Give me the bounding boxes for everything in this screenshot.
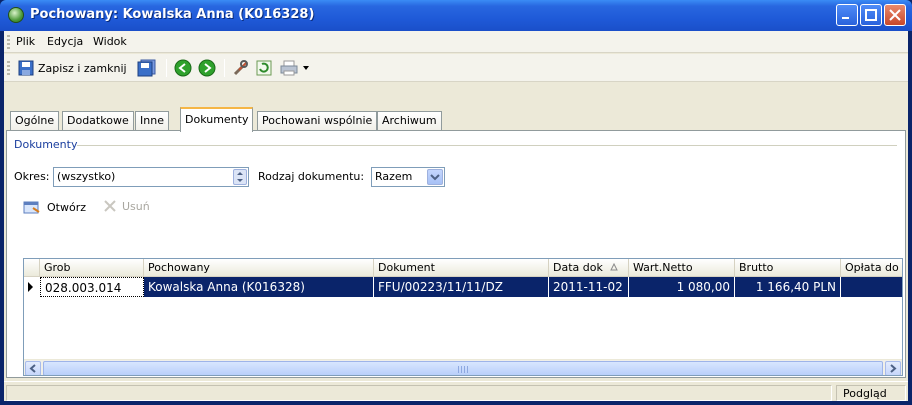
save-close-label: Zapisz i zamknij [38,61,127,75]
cell-pochowany[interactable]: Kowalska Anna (K016328) [144,277,374,297]
toolbar-separator [224,59,225,77]
forward-icon [198,59,216,77]
open-document-icon [23,201,40,214]
table-row[interactable]: 028.003.014 Kowalska Anna (K016328) FFU/… [24,277,902,297]
refresh-button[interactable] [256,58,272,78]
grid-header: Grob Pochowany Dokument Data dok Wart.Ne… [24,259,902,277]
maximize-button[interactable] [860,4,882,26]
column-header-data[interactable]: Data dok [549,259,629,277]
documents-grid[interactable]: Grob Pochowany Dokument Data dok Wart.Ne… [23,258,903,376]
application-window: Pochowany: Kowalska Anna (K016328) Plik … [0,0,912,405]
status-panel [6,385,832,401]
title-bar[interactable]: Pochowany: Kowalska Anna (K016328) [0,0,912,31]
close-icon [889,9,901,21]
dropdown-button[interactable] [427,169,443,185]
spinner-arrows-icon [237,172,243,182]
tab-dodatkowe[interactable]: Dodatkowe [62,111,134,131]
print-button[interactable] [280,58,298,78]
tools-icon [233,60,248,76]
minimize-button[interactable] [836,4,858,26]
chevron-left-icon [29,364,36,373]
open-label: Otwórz [47,200,86,214]
save-icon [18,60,34,76]
tab-ogolne[interactable]: Ogólne [10,111,60,131]
app-icon [8,7,24,23]
refresh-icon [256,60,272,76]
column-header-brutto[interactable]: Brutto [735,259,841,277]
scroll-right-button[interactable] [885,361,901,375]
column-header-netto[interactable]: Wart.Netto [629,259,735,277]
print-icon [280,60,298,76]
save-all-icon [137,59,156,77]
toolbar-grip [7,61,10,75]
cell-netto[interactable]: 1 080,00 [629,277,735,297]
preview-status[interactable]: Podgląd [836,385,906,401]
chevron-right-icon [890,364,897,373]
menu-grip [7,35,10,49]
menu-file[interactable]: Plik [16,35,35,48]
cell-grob[interactable]: 028.003.014 [40,277,144,297]
group-divider [77,145,897,146]
documents-panel: Dokumenty Okres: (wszystko) Rodzaj dokum… [6,130,906,378]
column-header-data-label: Data dok [553,261,603,274]
menu-view[interactable]: Widok [93,35,127,48]
cell-brutto[interactable]: 1 166,40 PLN [735,277,841,297]
current-row-indicator [28,282,33,292]
tab-strip: Ogólne Dodatkowe Inne Dokumenty Pochowan… [4,107,908,132]
dropdown-arrow-icon [303,66,309,70]
cell-dokument[interactable]: FFU/00223/11/11/DZ [374,277,549,297]
back-button[interactable] [174,58,192,78]
tab-archiwum[interactable]: Archiwum [377,111,442,131]
menu-bar: Plik Edycja Widok [4,31,908,53]
scroll-left-button[interactable] [25,361,41,375]
tools-button[interactable] [232,58,250,78]
thumb-grip [458,366,468,373]
print-dropdown[interactable] [302,58,310,78]
period-spinner[interactable]: (wszystko) [53,167,249,187]
back-icon [174,59,192,77]
cell-data[interactable]: 2011-11-02 [549,277,629,297]
tab-inne[interactable]: Inne [135,111,169,131]
save-close-button[interactable]: Zapisz i zamknij [18,58,127,78]
column-header-pochowany[interactable]: Pochowany [144,259,374,277]
group-title: Dokumenty [14,138,78,151]
toolbar: Zapisz i zamknij [4,54,908,82]
sort-ascending-icon [610,262,619,271]
delete-button[interactable]: Usuń [103,199,150,213]
horizontal-scrollbar[interactable] [24,359,902,375]
close-button[interactable] [884,4,906,26]
window-title: Pochowany: Kowalska Anna (K016328) [30,7,315,22]
tab-dokumenty[interactable]: Dokumenty [180,107,254,132]
open-button[interactable]: Otwórz [23,199,86,215]
doc-type-select[interactable]: Razem [371,167,445,187]
minimize-icon [842,17,849,19]
doc-type-label: Rodzaj dokumentu: [258,170,365,183]
doc-type-value: Razem [375,170,413,183]
period-value: (wszystko) [57,170,116,183]
period-label: Okres: [14,170,50,183]
client-area: Plik Edycja Widok Zapisz i zamknij Ogóln… [4,31,908,401]
save-all-button[interactable] [137,58,157,78]
row-selector-header [24,259,40,277]
tab-pochowani-wspolnie[interactable]: Pochowani wspólnie [257,111,378,131]
spinner-buttons[interactable] [233,169,247,185]
maximize-icon [865,9,877,21]
column-header-oplata[interactable]: Opłata do [841,259,902,277]
cell-oplata[interactable] [841,277,902,297]
forward-button[interactable] [198,58,216,78]
chevron-down-icon [430,174,440,181]
column-header-dokument[interactable]: Dokument [374,259,549,277]
scroll-thumb[interactable] [43,361,883,375]
status-bar: Podgląd [4,381,908,401]
delete-icon [104,200,116,212]
delete-label: Usuń [122,199,150,213]
column-header-grob[interactable]: Grob [40,259,144,277]
toolbar-separator [166,59,167,77]
menu-edit[interactable]: Edycja [47,35,83,48]
